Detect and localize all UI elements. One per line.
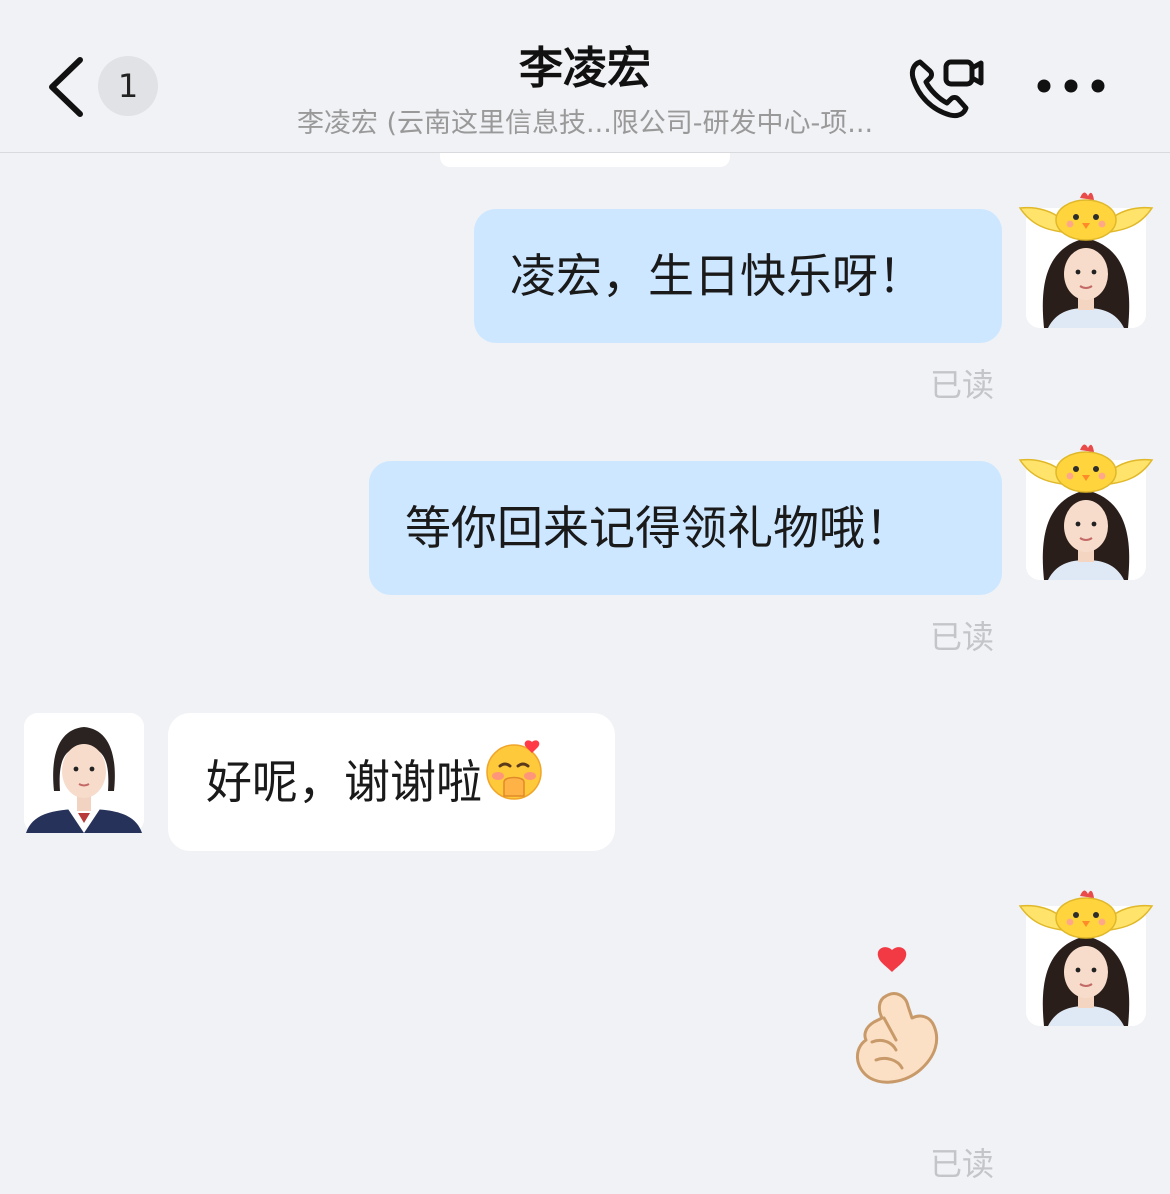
message-text: 等你回来记得领礼物哦！ — [405, 501, 911, 555]
my-avatar[interactable] — [1018, 192, 1154, 328]
contact-avatar[interactable] — [24, 713, 144, 833]
message-text: 凌宏，生日快乐呀！ — [510, 249, 924, 303]
chat-header: 1 李凌宏 李凌宏 (云南这里信息技...限公司-研发中心-项... — [0, 0, 1170, 153]
chat-title: 李凌宏 — [519, 43, 651, 94]
read-status: 已读 — [930, 618, 995, 656]
message-bubble-outgoing[interactable]: 凌宏，生日快乐呀！ — [474, 209, 1002, 343]
read-status: 已读 — [930, 366, 995, 404]
my-avatar[interactable] — [1018, 890, 1154, 1026]
phone-video-icon — [909, 59, 984, 119]
more-button[interactable] — [1034, 70, 1108, 102]
call-button[interactable] — [906, 52, 986, 122]
chat-subtitle[interactable]: 李凌宏 (云南这里信息技...限公司-研发中心-项... — [0, 101, 1170, 140]
more-dots-icon — [1037, 79, 1105, 93]
message-text: 好呢，谢谢啦 — [206, 755, 482, 809]
read-status: 已读 — [930, 1145, 995, 1183]
message-bubble-incoming[interactable]: 好呢，谢谢啦 — [168, 713, 615, 851]
blushing-face-with-heart-emoji — [484, 717, 548, 855]
finger-heart-sticker[interactable] — [850, 944, 946, 1090]
previous-message-card — [440, 153, 730, 167]
chat-screen: 1 李凌宏 李凌宏 (云南这里信息技...限公司-研发中心-项... 凌宏，生日… — [0, 0, 1170, 1194]
my-avatar[interactable] — [1018, 444, 1154, 580]
message-bubble-outgoing[interactable]: 等你回来记得领礼物哦！ — [369, 461, 1002, 595]
